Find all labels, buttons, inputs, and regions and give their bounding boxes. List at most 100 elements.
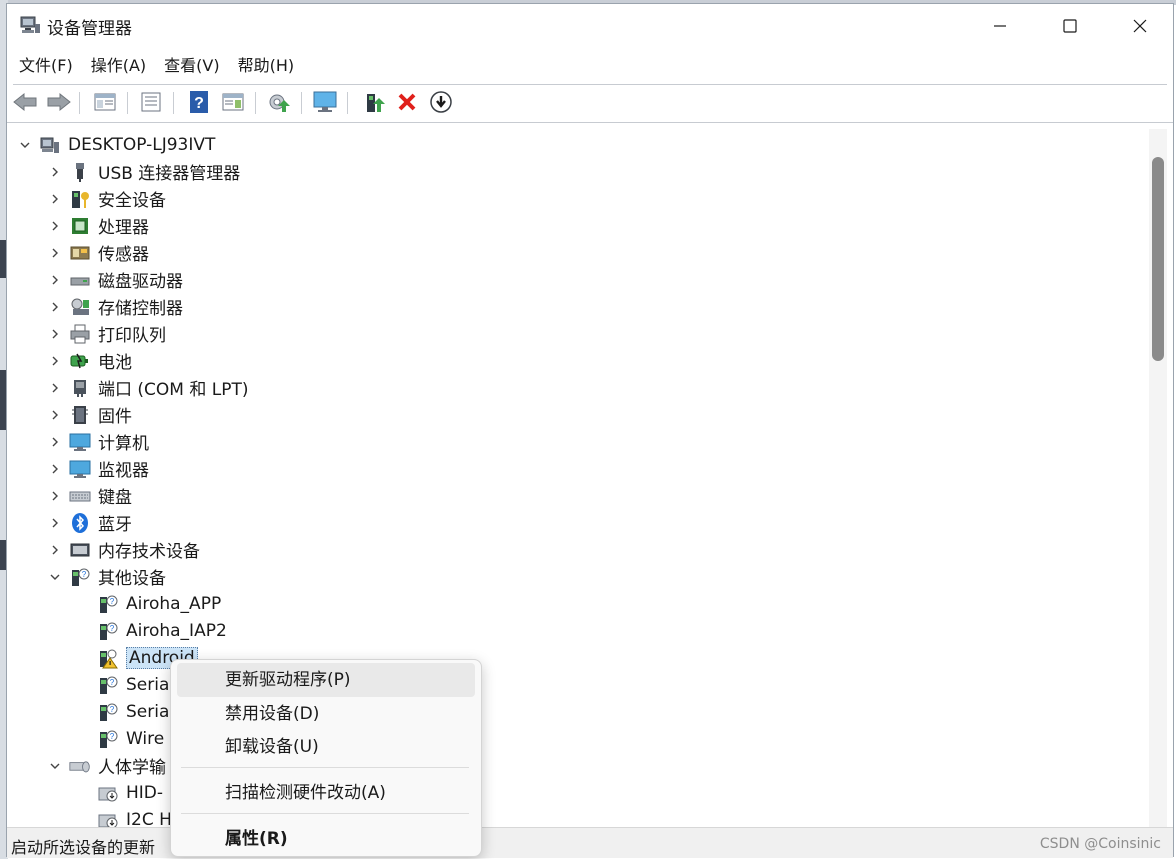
other-device-row[interactable]: ? Wire <box>97 725 164 752</box>
tree-item-label: HID- <box>126 782 164 803</box>
processor-icon <box>69 215 91 237</box>
chevron-down-icon[interactable] <box>17 137 33 153</box>
tree-category-row[interactable]: 存储控制器 <box>47 293 183 320</box>
monitor-icon[interactable] <box>311 88 339 116</box>
context-menu-separator <box>181 813 469 814</box>
tree-category-row[interactable]: 固件 <box>47 401 132 428</box>
tree-category-row[interactable]: 电池 <box>47 347 132 374</box>
memory-device-icon <box>69 539 91 561</box>
hid-device-row[interactable]: I2C H <box>97 806 172 829</box>
vertical-scrollbar[interactable] <box>1149 129 1167 829</box>
chevron-right-icon[interactable] <box>47 218 63 234</box>
scan-hardware-icon[interactable] <box>265 88 293 116</box>
chevron-right-icon[interactable] <box>47 488 63 504</box>
unknown-device-icon: ? <box>97 728 119 750</box>
tree-item-label: 其他设备 <box>98 569 166 589</box>
chevron-right-icon[interactable] <box>47 515 63 531</box>
tree-item-label: 监视器 <box>98 461 149 481</box>
scrollbar-thumb[interactable] <box>1152 157 1164 361</box>
status-text: 启动所选设备的更新 <box>11 838 156 857</box>
maximize-button[interactable] <box>1035 4 1105 48</box>
close-button[interactable] <box>1105 4 1175 48</box>
tree-category-row[interactable]: 键盘 <box>47 482 132 509</box>
storage-controller-icon <box>69 296 91 318</box>
keyboard-icon <box>69 485 91 507</box>
chevron-right-icon[interactable] <box>47 191 63 207</box>
tree-item-label: 计算机 <box>98 434 149 454</box>
tree-category-row[interactable]: 打印队列 <box>47 320 166 347</box>
menu-divider <box>13 84 1167 85</box>
printer-icon <box>69 323 91 345</box>
hid-device-row[interactable]: HID- <box>97 779 163 806</box>
tree-item-label: Airoha_IAP2 <box>126 620 227 641</box>
properties-menu-item[interactable]: 属性(R) <box>177 822 475 856</box>
other-device-row[interactable]: ? Airoha_IAP2 <box>97 617 227 644</box>
chevron-right-icon[interactable] <box>47 434 63 450</box>
disable-device-menu-item[interactable]: 禁用设备(D) <box>177 697 475 731</box>
help-icon[interactable]: ? <box>185 88 213 116</box>
sensor-icon <box>69 242 91 264</box>
tree-item-label: Seria <box>126 674 170 695</box>
chevron-right-icon[interactable] <box>47 461 63 477</box>
tree-category-row[interactable]: 端口 (COM 和 LPT) <box>47 374 249 401</box>
chevron-right-icon[interactable] <box>47 542 63 558</box>
tree-category-row[interactable]: 传感器 <box>47 239 149 266</box>
tree-category-row[interactable]: 计算机 <box>47 428 149 455</box>
minimize-button[interactable] <box>965 4 1035 48</box>
chevron-right-icon[interactable] <box>47 407 63 423</box>
menu-action[interactable]: 操作(A) <box>83 48 154 84</box>
menu-file[interactable]: 文件(F) <box>11 48 81 84</box>
uninstall-device-menu-item[interactable]: 卸载设备(U) <box>177 730 475 764</box>
chevron-down-icon[interactable] <box>47 569 63 585</box>
show-hide-console-tree-icon[interactable] <box>91 88 119 116</box>
properties-icon[interactable] <box>137 88 165 116</box>
tree-category-row[interactable]: 监视器 <box>47 455 149 482</box>
svg-text:?: ? <box>110 705 115 714</box>
tree-category-row[interactable]: ? 其他设备 <box>47 563 166 590</box>
chevron-right-icon[interactable] <box>47 326 63 342</box>
tree-category-row[interactable]: 安全设备 <box>47 185 166 212</box>
action-pane-icon[interactable] <box>219 88 247 116</box>
tree-category-row[interactable]: 处理器 <box>47 212 149 239</box>
other-device-row[interactable]: ? Seria <box>97 698 169 725</box>
chevron-right-icon[interactable] <box>47 380 63 396</box>
chevron-down-icon[interactable] <box>47 758 63 774</box>
chevron-right-icon[interactable] <box>47 245 63 261</box>
update-driver-icon[interactable] <box>361 88 389 116</box>
disable-device-icon[interactable] <box>427 88 455 116</box>
forward-icon[interactable] <box>45 88 73 116</box>
tree-category-row[interactable]: 蓝牙 <box>47 509 132 536</box>
menu-view[interactable]: 查看(V) <box>156 48 227 84</box>
chevron-right-icon[interactable] <box>47 353 63 369</box>
uninstall-icon[interactable] <box>393 88 421 116</box>
tree-item-label: USB 连接器管理器 <box>98 164 241 184</box>
toolbar-divider <box>7 122 1173 123</box>
tree-item-label: 端口 (COM 和 LPT) <box>98 380 249 400</box>
tree-item-label: 安全设备 <box>98 191 166 211</box>
chevron-right-icon[interactable] <box>47 272 63 288</box>
other-device-row[interactable]: ? Seria <box>97 671 169 698</box>
tree-root[interactable]: DESKTOP-LJ93IVT <box>17 131 215 158</box>
tree-item-label: 存储控制器 <box>98 299 183 319</box>
tree-item-label: 打印队列 <box>98 326 166 346</box>
svg-text:?: ? <box>110 732 115 741</box>
update-driver-menu-item[interactable]: 更新驱动程序(P) <box>177 663 475 697</box>
disk-drive-icon <box>69 269 91 291</box>
menu-help[interactable]: 帮助(H) <box>230 48 303 84</box>
tree-category-row[interactable]: 磁盘驱动器 <box>47 266 183 293</box>
other-device-row[interactable]: ? Airoha_APP <box>97 590 221 617</box>
tree-category-row[interactable]: 内存技术设备 <box>47 536 200 563</box>
svg-text:?: ? <box>110 597 115 606</box>
tree-item-label: 蓝牙 <box>98 515 132 535</box>
toolbar: ? <box>7 86 1173 120</box>
chevron-right-icon[interactable] <box>47 299 63 315</box>
chevron-right-icon[interactable] <box>47 164 63 180</box>
tree-item-label: Wire <box>126 728 165 749</box>
warning-device-icon <box>97 647 119 669</box>
tree-item-label: 电池 <box>98 353 132 373</box>
toolbar-separator <box>79 92 80 114</box>
scan-hardware-menu-item[interactable]: 扫描检测硬件改动(A) <box>177 776 475 810</box>
back-icon[interactable] <box>11 88 39 116</box>
tree-category-row[interactable]: 人体学输 <box>47 752 166 779</box>
tree-category-row[interactable]: USB 连接器管理器 <box>47 158 240 185</box>
